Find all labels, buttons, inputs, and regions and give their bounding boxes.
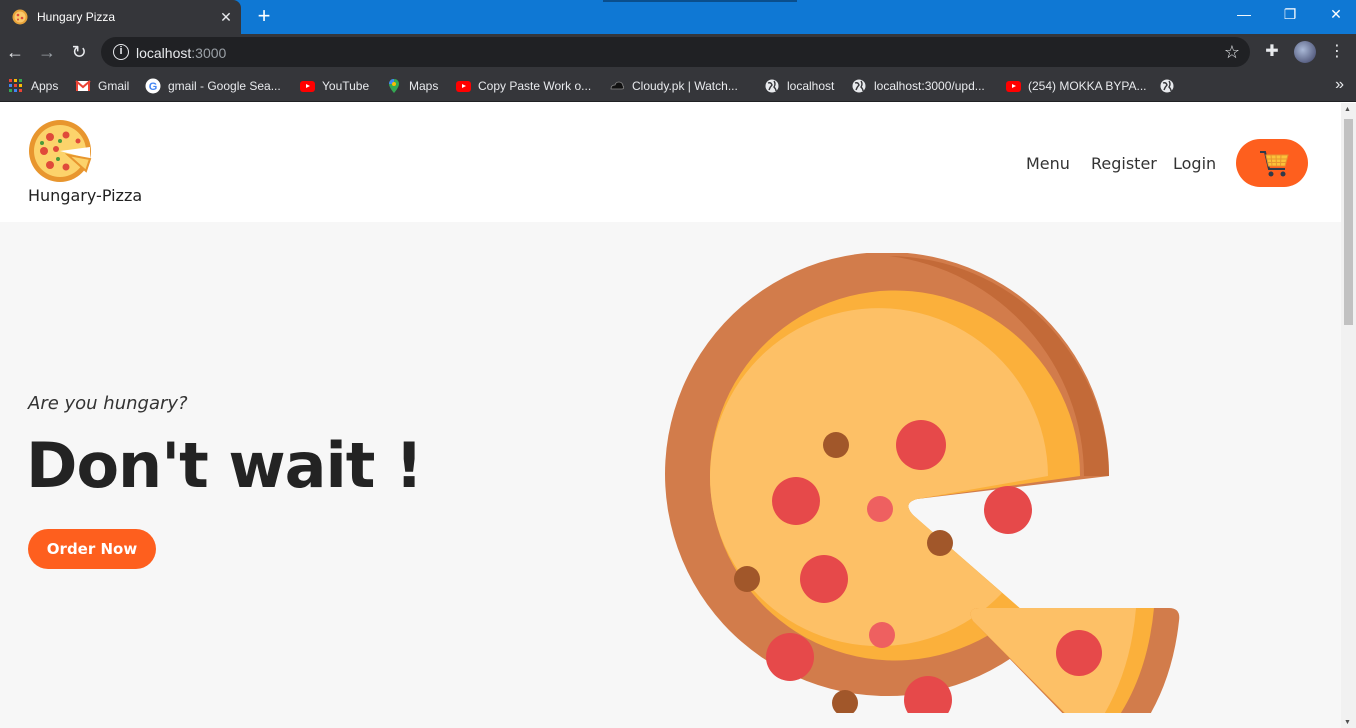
youtube-icon — [1006, 80, 1021, 92]
url-text[interactable]: localhost:3000 — [136, 45, 226, 61]
youtube-icon — [456, 80, 471, 92]
bookmark-cloudy[interactable]: Cloudy.pk | Watch... — [609, 76, 738, 96]
nav-register-link[interactable]: Register — [1091, 154, 1157, 173]
bookmark-label: Maps — [409, 79, 439, 93]
extensions-icon[interactable]: ✚ — [1262, 42, 1282, 62]
google-icon: G — [145, 78, 161, 94]
browser-toolbar: ← → ↻ i localhost:3000 ☆ ✚ ⋮ — [0, 34, 1356, 70]
scroll-thumb[interactable] — [1344, 119, 1353, 325]
bookmark-label: gmail - Google Sea... — [168, 79, 281, 93]
site-navbar: Hungary-Pizza Menu Register Login — [0, 103, 1341, 222]
page-viewport: Hungary-Pizza Menu Register Login Are yo… — [0, 103, 1341, 728]
cloudy-icon — [610, 81, 625, 90]
pizza-favicon-icon — [12, 9, 28, 25]
address-bar[interactable]: i localhost:3000 ☆ — [101, 37, 1250, 67]
pepperoni-small — [867, 496, 893, 522]
bookmarks-overflow-icon[interactable]: » — [1335, 76, 1344, 94]
bookmark-gmail[interactable]: Gmail — [75, 76, 129, 96]
profile-avatar[interactable] — [1294, 41, 1316, 63]
reload-icon[interactable]: ↻ — [68, 41, 90, 63]
scroll-up-icon[interactable]: ▲ — [1344, 106, 1351, 113]
nav-login-link[interactable]: Login — [1173, 154, 1216, 173]
topping-dark — [734, 566, 760, 592]
brand-name[interactable]: Hungary-Pizza — [28, 186, 142, 205]
bookmarks-bar: Apps Gmail G gmail - Google Sea... YouTu… — [0, 70, 1356, 102]
pizza-logo-icon[interactable] — [28, 119, 92, 183]
cart-icon — [1260, 151, 1289, 177]
forward-icon[interactable]: → — [36, 41, 58, 63]
bookmark-localhost-update[interactable]: localhost:3000/upd... — [851, 76, 985, 96]
hero-subtitle: Are you hungary? — [28, 393, 188, 414]
minimize-icon[interactable]: — — [1221, 0, 1267, 30]
pepperoni — [896, 420, 946, 470]
pizza-hero-illustration — [665, 253, 1180, 713]
titlebar-accent-line — [603, 0, 797, 2]
pepperoni — [1056, 630, 1102, 676]
tab-title: Hungary Pizza — [37, 10, 116, 24]
bookmark-localhost[interactable]: localhost — [764, 76, 834, 96]
window-close-icon[interactable]: ✕ — [1313, 0, 1356, 30]
back-icon[interactable]: ← — [4, 41, 26, 63]
bookmark-maps[interactable]: Maps — [386, 76, 438, 96]
pepperoni-small — [869, 622, 895, 648]
youtube-icon — [300, 80, 315, 92]
bookmark-copy-paste[interactable]: Copy Paste Work o... — [456, 76, 591, 96]
tab-close-icon[interactable]: ✕ — [218, 9, 234, 25]
browser-menu-icon[interactable]: ⋮ — [1327, 42, 1347, 62]
bookmark-youtube[interactable]: YouTube — [300, 76, 369, 96]
bookmark-label: Cloudy.pk | Watch... — [632, 79, 738, 93]
bookmark-star-icon[interactable]: ☆ — [1222, 42, 1242, 62]
bookmark-label: (254) MOKKA BYPA... — [1028, 79, 1147, 93]
hero-title: Don't wait ! — [26, 429, 423, 502]
bookmark-apps[interactable]: Apps — [8, 76, 58, 96]
bookmark-label: Gmail — [98, 79, 130, 93]
new-tab-icon[interactable]: + — [254, 5, 274, 27]
bookmark-extra[interactable] — [1159, 76, 1182, 96]
scroll-down-icon[interactable]: ▼ — [1344, 719, 1351, 726]
bookmark-google-search[interactable]: G gmail - Google Sea... — [145, 76, 281, 96]
globe-icon — [765, 79, 779, 93]
url-port: :3000 — [191, 45, 227, 61]
topping-dark — [927, 530, 953, 556]
gmail-icon — [75, 80, 91, 91]
pepperoni — [766, 633, 814, 681]
pepperoni — [772, 477, 820, 525]
site-info-icon[interactable]: i — [113, 44, 129, 60]
bookmark-mokka[interactable]: (254) MOKKA BYPA... — [1006, 76, 1147, 96]
pizza-cheese — [710, 308, 1048, 647]
maps-icon — [389, 79, 399, 93]
bookmark-label: localhost:3000/upd... — [874, 79, 985, 93]
bookmark-label: YouTube — [322, 79, 370, 93]
apps-grid-icon — [9, 79, 22, 92]
bookmark-label: Copy Paste Work o... — [478, 79, 592, 93]
browser-tab[interactable]: Hungary Pizza ✕ — [0, 0, 241, 34]
order-now-button[interactable]: Order Now — [28, 529, 156, 569]
pepperoni — [984, 486, 1032, 534]
bookmark-label: Apps — [31, 79, 59, 93]
globe-icon — [1160, 79, 1174, 93]
topping-dark — [823, 432, 849, 458]
restore-icon[interactable]: ❐ — [1267, 0, 1313, 30]
page-scrollbar[interactable]: ▲ ▼ — [1341, 103, 1356, 728]
globe-icon — [852, 79, 866, 93]
browser-titlebar: Hungary Pizza ✕ + — ❐ ✕ — [0, 0, 1356, 34]
url-host: localhost — [136, 45, 192, 61]
cart-button[interactable] — [1236, 139, 1308, 187]
svg-text:G: G — [149, 81, 158, 93]
bookmark-label: localhost — [787, 79, 835, 93]
pepperoni — [800, 555, 848, 603]
nav-menu-link[interactable]: Menu — [1026, 154, 1070, 173]
